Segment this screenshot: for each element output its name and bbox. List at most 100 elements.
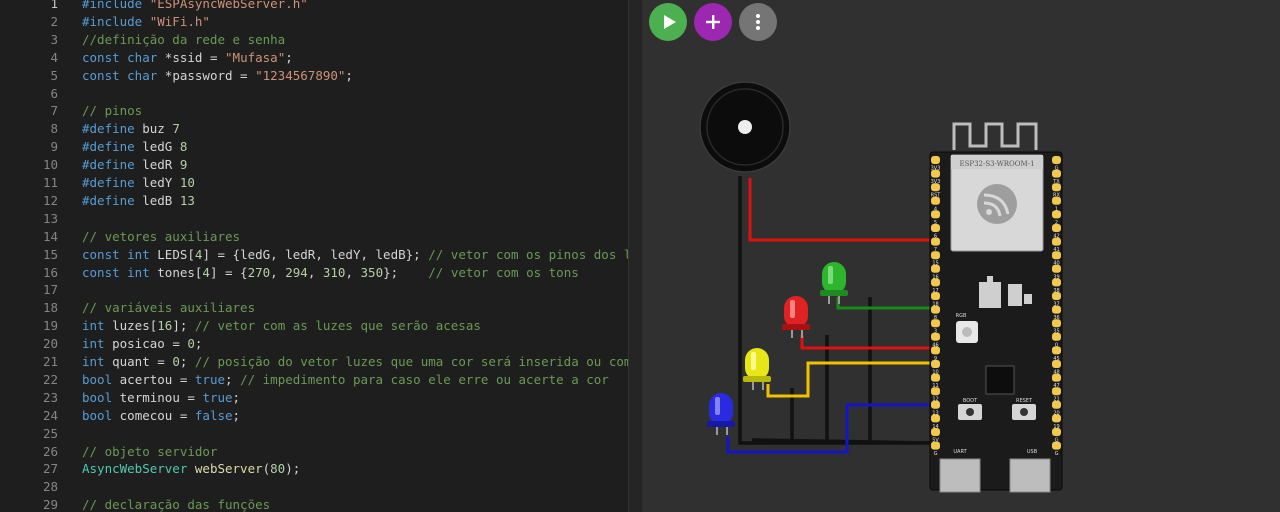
pin-pad[interactable] — [931, 264, 940, 273]
pin-pad[interactable] — [931, 319, 940, 328]
code-line[interactable]: 27 AsyncWebServer webServer(80); — [0, 460, 642, 478]
pin-pad[interactable] — [931, 346, 940, 355]
code-line[interactable]: 14 // vetores auxiliares — [0, 228, 642, 246]
pin-pad[interactable] — [931, 400, 940, 409]
wire-green-led[interactable] — [836, 297, 934, 310]
code-line[interactable]: 7 // pinos — [0, 102, 642, 120]
code-token: 13 — [179, 192, 195, 208]
code-line[interactable]: 9 #define ledG 8 — [0, 138, 642, 156]
pin-pad[interactable] — [931, 414, 940, 423]
wire-blue-led[interactable] — [726, 403, 934, 454]
pin-pad[interactable] — [931, 278, 940, 287]
pin-pad[interactable] — [931, 441, 940, 450]
pin-pad[interactable] — [931, 332, 940, 341]
code-line[interactable]: 21 int quant = 0; // posição do vetor luz… — [0, 353, 642, 371]
pin-pad[interactable] — [931, 196, 940, 205]
code-line[interactable]: 19 int luzes[16]; // vetor com as luzes q… — [0, 317, 642, 335]
code-line[interactable]: 11 #define ledY 10 — [0, 174, 642, 192]
pin-pad[interactable] — [931, 387, 940, 396]
led-green[interactable] — [820, 262, 848, 296]
pin-pad[interactable] — [931, 360, 940, 368]
pin-pad[interactable] — [1052, 264, 1061, 273]
code-line[interactable]: 23 bool terminou = true; — [0, 389, 642, 407]
line-number: 21 — [42, 354, 58, 369]
code-line[interactable]: 6 — [0, 85, 642, 103]
usb-port — [1009, 458, 1051, 493]
pin-pad[interactable] — [1052, 278, 1061, 287]
code-line[interactable]: 3 //definição da rede e senha — [0, 31, 642, 49]
wire-red-buzzer[interactable] — [748, 178, 934, 242]
pin-pad[interactable] — [1052, 360, 1061, 368]
code-line[interactable]: 15 const int LEDS[4] = {ledG, ledR, ledY,… — [0, 246, 642, 264]
code-line[interactable]: 20 int posicao = 0; — [0, 335, 642, 353]
pin-pad[interactable] — [1052, 346, 1061, 355]
code-token: 0 — [172, 354, 180, 369]
code-line[interactable]: 16 const int tones[4] = {270, 294, 310, 3… — [0, 264, 642, 282]
pin-pad[interactable] — [1052, 400, 1061, 409]
pin-pad[interactable] — [1052, 319, 1061, 328]
code-line[interactable]: 10 #define ledR 9 — [0, 156, 642, 174]
led-red[interactable] — [782, 296, 810, 330]
pin-pad[interactable] — [1052, 332, 1061, 341]
pin-pad[interactable] — [1052, 251, 1061, 260]
code-line[interactable]: 29 // declaração das funções — [0, 496, 642, 512]
code-line[interactable]: 2 #include "WiFi.h" — [0, 13, 642, 31]
code-line[interactable]: 22 bool acertou = true; // impedimento pa… — [0, 371, 642, 389]
code-line[interactable]: 13 — [0, 210, 642, 228]
code-line[interactable]: 8 #define buz 7 — [0, 120, 642, 138]
code-token: 8 — [179, 139, 188, 155]
pin-pad[interactable] — [931, 210, 940, 219]
pin-pad[interactable] — [1052, 387, 1061, 396]
pin-pad[interactable] — [931, 373, 940, 382]
pin-pad[interactable] — [931, 428, 940, 436]
pin-pad[interactable] — [1052, 373, 1061, 382]
code-line[interactable]: 17 — [0, 281, 642, 299]
pin-pad[interactable] — [1052, 428, 1061, 436]
pin-pad[interactable] — [1052, 414, 1061, 423]
code-token: //definição da rede e senha — [82, 31, 286, 47]
code-token: // objeto servidor — [82, 443, 218, 459]
pin-pad[interactable] — [1052, 237, 1061, 246]
esp32-s3-board[interactable]: ESP32-S3-WROOM-1 RGB BOOT RESET UART USB… — [929, 122, 1063, 493]
code-line[interactable]: 1 #include "ESPAsyncWebServer.h" — [0, 0, 642, 13]
code-token: 310 — [322, 264, 346, 280]
pin-pad[interactable] — [931, 183, 940, 192]
code-token: 7 — [172, 121, 180, 137]
pin-pad[interactable] — [931, 251, 940, 260]
pin-pad[interactable] — [1052, 224, 1061, 232]
buzzer[interactable] — [699, 81, 791, 173]
pin-pad[interactable] — [931, 237, 940, 246]
pin-pad[interactable] — [931, 305, 940, 314]
pin-pad[interactable] — [1052, 156, 1061, 164]
pin-pad[interactable] — [931, 292, 940, 300]
code-editor[interactable]: 1 #include "ESPAsyncWebServer.h" 2 #include… — [0, 0, 642, 512]
wire-red-led[interactable] — [800, 335, 934, 350]
code-line[interactable]: 5 const char *password = "1234567890"; — [0, 67, 642, 85]
pin-pad[interactable] — [931, 156, 940, 164]
pin-pad[interactable] — [1052, 196, 1061, 205]
pin-pad[interactable] — [931, 224, 940, 232]
code-token: int — [82, 354, 113, 369]
pin-pad[interactable] — [931, 169, 940, 178]
pin-pad[interactable] — [1052, 292, 1061, 300]
pin-pad[interactable] — [1052, 169, 1061, 178]
pin-pad[interactable] — [1052, 305, 1061, 314]
led-blue[interactable] — [707, 393, 735, 427]
code-line[interactable]: 25 — [0, 425, 642, 443]
pin-pad[interactable] — [1052, 183, 1061, 192]
line-number: 13 — [42, 210, 58, 226]
code-line[interactable]: 12 #define ledB 13 — [0, 192, 642, 210]
code-token: webServer — [194, 461, 263, 477]
line-number: 8 — [50, 121, 58, 137]
code-line[interactable]: 28 — [0, 478, 642, 496]
led-yellow[interactable] — [743, 348, 771, 382]
pin-pad[interactable] — [1052, 441, 1061, 450]
code-line[interactable]: 24 bool comecou = false; — [0, 407, 642, 425]
pin-pad[interactable] — [1052, 210, 1061, 219]
code-line[interactable]: 4 const char *ssid = "Mufasa"; — [0, 49, 642, 67]
code-line[interactable]: 18 // variáveis auxiliares — [0, 299, 642, 317]
editor-scrollbar[interactable] — [628, 0, 643, 512]
code-line[interactable]: 26 // objeto servidor — [0, 443, 642, 461]
code-token: 270 — [247, 264, 271, 280]
code-token: *ssid = — [164, 49, 226, 65]
